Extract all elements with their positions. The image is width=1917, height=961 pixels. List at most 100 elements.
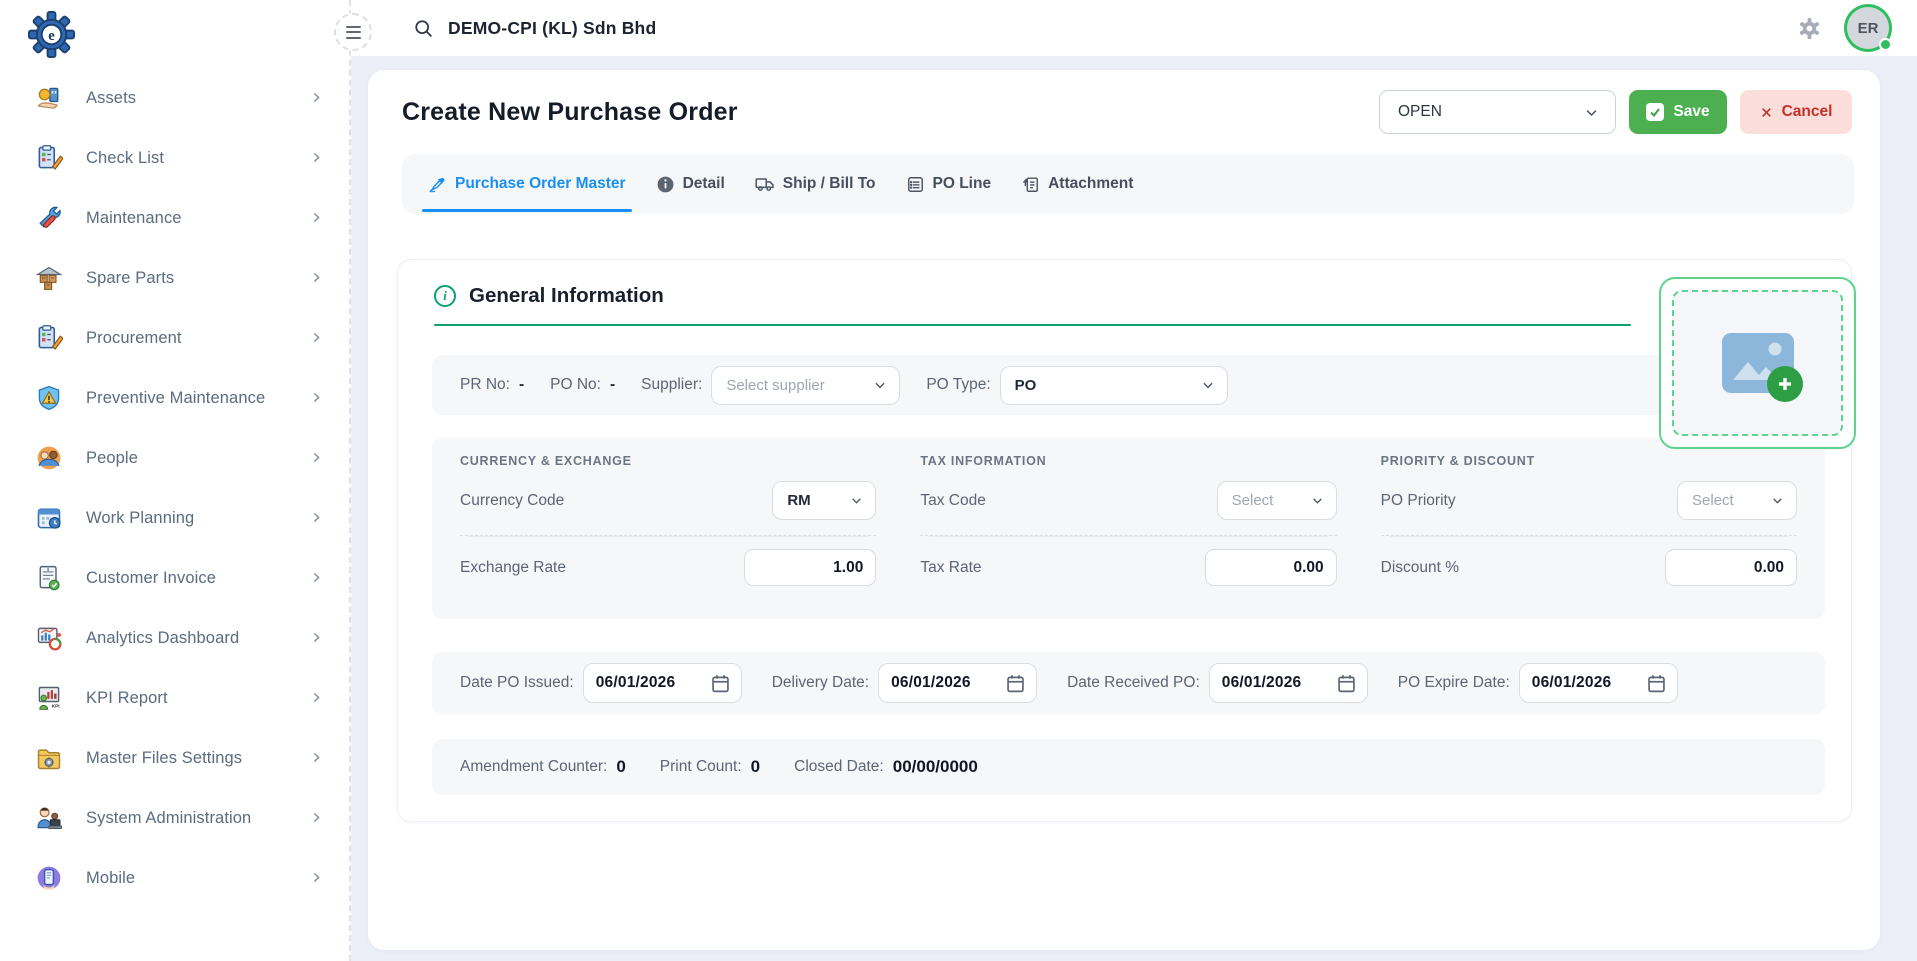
date-po-issued-field: Date PO Issued: 06/01/2026 — [460, 663, 742, 703]
add-image-plus-icon — [1767, 366, 1803, 402]
online-status-dot — [1879, 38, 1892, 51]
sidebar-item-label: People — [86, 449, 312, 468]
chevron-right-icon: › — [312, 147, 321, 169]
po-expire-date-field: PO Expire Date: 06/01/2026 — [1398, 663, 1678, 703]
save-button[interactable]: Save — [1629, 90, 1727, 134]
po-no-value: - — [610, 376, 615, 394]
po-priority-select[interactable]: Select — [1677, 481, 1797, 520]
chevron-down-icon — [873, 378, 887, 392]
sidebar-item-check-list[interactable]: Check List › — [0, 128, 349, 188]
sidebar-item-work-planning[interactable]: Work Planning › — [0, 488, 349, 548]
tax-code-select[interactable]: Select — [1217, 481, 1337, 520]
master-files-settings-icon — [34, 743, 64, 773]
sidebar-item-analytics-dashboard[interactable]: Analytics Dashboard › — [0, 608, 349, 668]
po-no-field: PO No: - — [550, 376, 615, 394]
user-avatar[interactable]: ER — [1847, 7, 1889, 49]
chevron-down-icon — [850, 494, 863, 507]
tax-code-field: Tax Code Select — [920, 468, 1336, 536]
sidebar-item-maintenance[interactable]: Maintenance › — [0, 188, 349, 248]
svg-text:KPI: KPI — [52, 704, 61, 710]
date-po-issued-input[interactable]: 06/01/2026 — [583, 663, 742, 703]
tax-code-label: Tax Code — [920, 492, 985, 510]
currency-code-field: Currency Code RM — [460, 468, 876, 536]
section-divider — [434, 324, 1631, 326]
section-title: General Information — [469, 284, 664, 308]
truck-icon — [755, 174, 775, 194]
chevron-right-icon: › — [312, 507, 321, 529]
currency-code-select[interactable]: RM — [772, 481, 876, 520]
dates-row: Date PO Issued: 06/01/2026 Delivery Date… — [432, 652, 1825, 714]
amendment-counter-field: Amendment Counter: 0 — [460, 757, 626, 777]
content-area: Create New Purchase Order OPEN Save — [351, 57, 1917, 961]
search-icon[interactable] — [413, 18, 434, 39]
topbar: DEMO-CPI (KL) Sdn Bhd ER — [351, 0, 1917, 57]
sidebar-item-preventive-maintenance[interactable]: Preventive Maintenance › — [0, 368, 349, 428]
po-type-select[interactable]: PO — [1000, 366, 1228, 405]
exchange-rate-input[interactable] — [744, 549, 876, 586]
delivery-date-label: Delivery Date: — [772, 674, 869, 692]
system-administration-icon — [34, 803, 64, 833]
sidebar-item-label: Preventive Maintenance — [86, 389, 312, 408]
pen-icon — [428, 175, 447, 194]
delivery-date-input[interactable]: 06/01/2026 — [878, 663, 1037, 703]
app-logo[interactable]: e — [0, 4, 349, 64]
chevron-right-icon: › — [312, 207, 321, 229]
sidebar-item-label: Spare Parts — [86, 269, 312, 288]
settings-gear-icon[interactable] — [1798, 17, 1821, 40]
attachment-icon — [1021, 175, 1040, 194]
sidebar-item-assets[interactable]: Assets › — [0, 68, 349, 128]
status-dropdown-value: OPEN — [1398, 103, 1442, 121]
check-list-icon — [34, 143, 64, 173]
image-upload-dropzone[interactable] — [1659, 277, 1856, 449]
mobile-icon — [34, 863, 64, 893]
priority-group-title: PRIORITY & DISCOUNT — [1381, 454, 1797, 468]
sidebar-item-people[interactable]: People › — [0, 428, 349, 488]
date-received-po-input[interactable]: 06/01/2026 — [1209, 663, 1368, 703]
closed-date-field: Closed Date: 00/00/0000 — [794, 757, 978, 777]
finance-groups-row: CURRENCY & EXCHANGE Currency Code RM Exc… — [432, 438, 1825, 619]
work-planning-icon — [34, 503, 64, 533]
svg-text:e: e — [48, 27, 55, 43]
tab-ship-bill-to[interactable]: Ship / Bill To — [755, 154, 876, 214]
sidebar-item-procurement[interactable]: Procurement › — [0, 308, 349, 368]
cancel-button[interactable]: Cancel — [1740, 90, 1852, 134]
tab-purchase-order-master[interactable]: Purchase Order Master — [428, 154, 626, 214]
sidebar-toggle-button[interactable] — [334, 13, 372, 51]
sidebar-item-system-administration[interactable]: System Administration › — [0, 788, 349, 848]
status-dropdown[interactable]: OPEN — [1379, 90, 1616, 134]
tab-po-line[interactable]: PO Line — [906, 154, 992, 214]
save-check-icon — [1646, 103, 1664, 121]
sidebar-item-kpi-report[interactable]: KPI KPI Report › — [0, 668, 349, 728]
spare-parts-icon — [34, 263, 64, 293]
tax-group-title: TAX INFORMATION — [920, 454, 1336, 468]
sidebar-item-label: Master Files Settings — [86, 749, 312, 768]
po-expire-date-input[interactable]: 06/01/2026 — [1519, 663, 1678, 703]
print-count-label: Print Count: — [660, 758, 742, 776]
procurement-icon — [34, 323, 64, 353]
chevron-right-icon: › — [312, 867, 321, 889]
tab-label: Detail — [683, 175, 725, 193]
sidebar-item-mobile[interactable]: Mobile › — [0, 848, 349, 908]
amendment-counter-value: 0 — [616, 757, 625, 777]
currency-exchange-group: CURRENCY & EXCHANGE Currency Code RM Exc… — [460, 454, 876, 601]
supplier-placeholder: Select supplier — [726, 377, 824, 394]
sidebar-item-spare-parts[interactable]: Spare Parts › — [0, 248, 349, 308]
sidebar-item-customer-invoice[interactable]: $ Customer Invoice › — [0, 548, 349, 608]
pr-no-value: - — [519, 376, 524, 394]
discount-input[interactable] — [1665, 549, 1797, 586]
main-area: DEMO-CPI (KL) Sdn Bhd ER Create New Purc… — [351, 0, 1917, 961]
tax-rate-input[interactable] — [1205, 549, 1337, 586]
chevron-right-icon: › — [312, 567, 321, 589]
app-root: e Assets › Check List › — [0, 0, 1917, 961]
date-received-po-label: Date Received PO: — [1067, 674, 1200, 692]
topbar-right: ER — [1798, 7, 1889, 49]
supplier-select[interactable]: Select supplier — [711, 366, 900, 405]
tab-detail[interactable]: Detail — [656, 154, 725, 214]
currency-group-title: CURRENCY & EXCHANGE — [460, 454, 876, 468]
chevron-down-icon — [1201, 378, 1215, 392]
general-information-section: i General Information — [397, 259, 1852, 822]
sidebar-item-label: KPI Report — [86, 689, 312, 708]
tab-attachment[interactable]: Attachment — [1021, 154, 1133, 214]
sidebar-item-master-files-settings[interactable]: Master Files Settings › — [0, 728, 349, 788]
people-icon — [34, 443, 64, 473]
